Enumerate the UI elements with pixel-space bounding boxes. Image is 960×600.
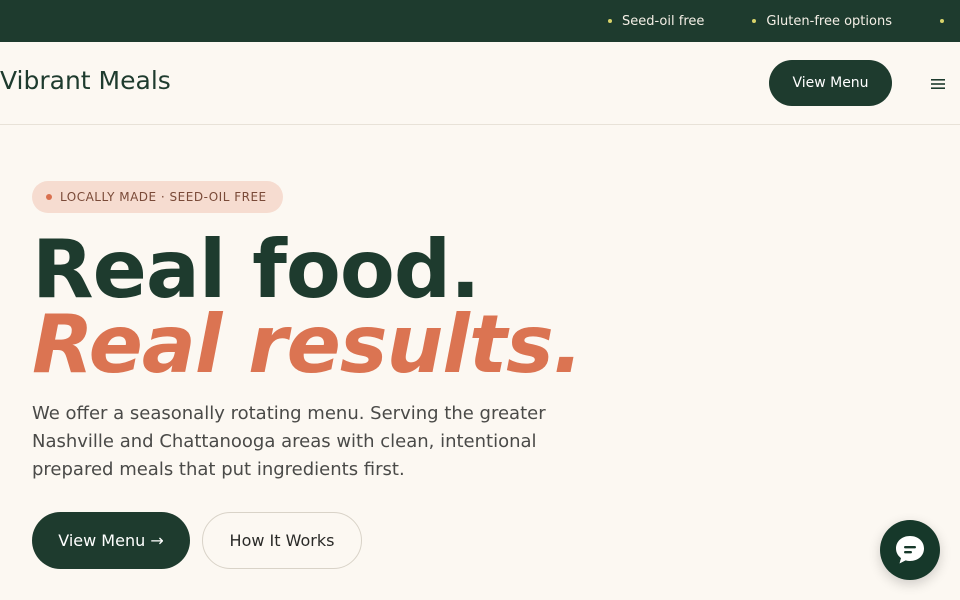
how-it-works-button[interactable]: How It Works: [202, 512, 362, 569]
badge-dot-icon: [46, 194, 52, 200]
hamburger-menu-icon[interactable]: [930, 76, 946, 90]
site-header: Vibrant Meals View Menu: [0, 42, 960, 125]
bullet-dot-icon: [939, 19, 944, 23]
announcement-bar: Seed-oil free Gluten-free options: [0, 0, 960, 42]
brand-logo[interactable]: Vibrant Meals: [0, 66, 171, 95]
chat-button[interactable]: [880, 520, 940, 580]
view-menu-button[interactable]: View Menu: [769, 60, 892, 106]
bullet-dot-icon: [608, 19, 612, 23]
announcement-item: Seed-oil free: [608, 14, 704, 29]
badge-label: LOCALLY MADE · SEED-OIL FREE: [60, 190, 267, 204]
announcement-label: Gluten-free options: [766, 13, 892, 29]
announcement-label: Seed-oil free: [622, 13, 705, 29]
announcement-ticker: Seed-oil free Gluten-free options: [608, 0, 960, 42]
announcement-item: Gluten-free options: [752, 14, 892, 29]
view-menu-primary-button[interactable]: View Menu →: [32, 512, 190, 569]
chat-bubble-icon: [896, 536, 924, 564]
announcement-item: [939, 19, 954, 23]
bullet-dot-icon: [752, 19, 757, 23]
hero-badge: LOCALLY MADE · SEED-OIL FREE: [32, 181, 283, 213]
hero-lead-text: We offer a seasonally rotating menu. Ser…: [32, 403, 546, 480]
hero-headline-line2: Real results.: [32, 298, 583, 391]
